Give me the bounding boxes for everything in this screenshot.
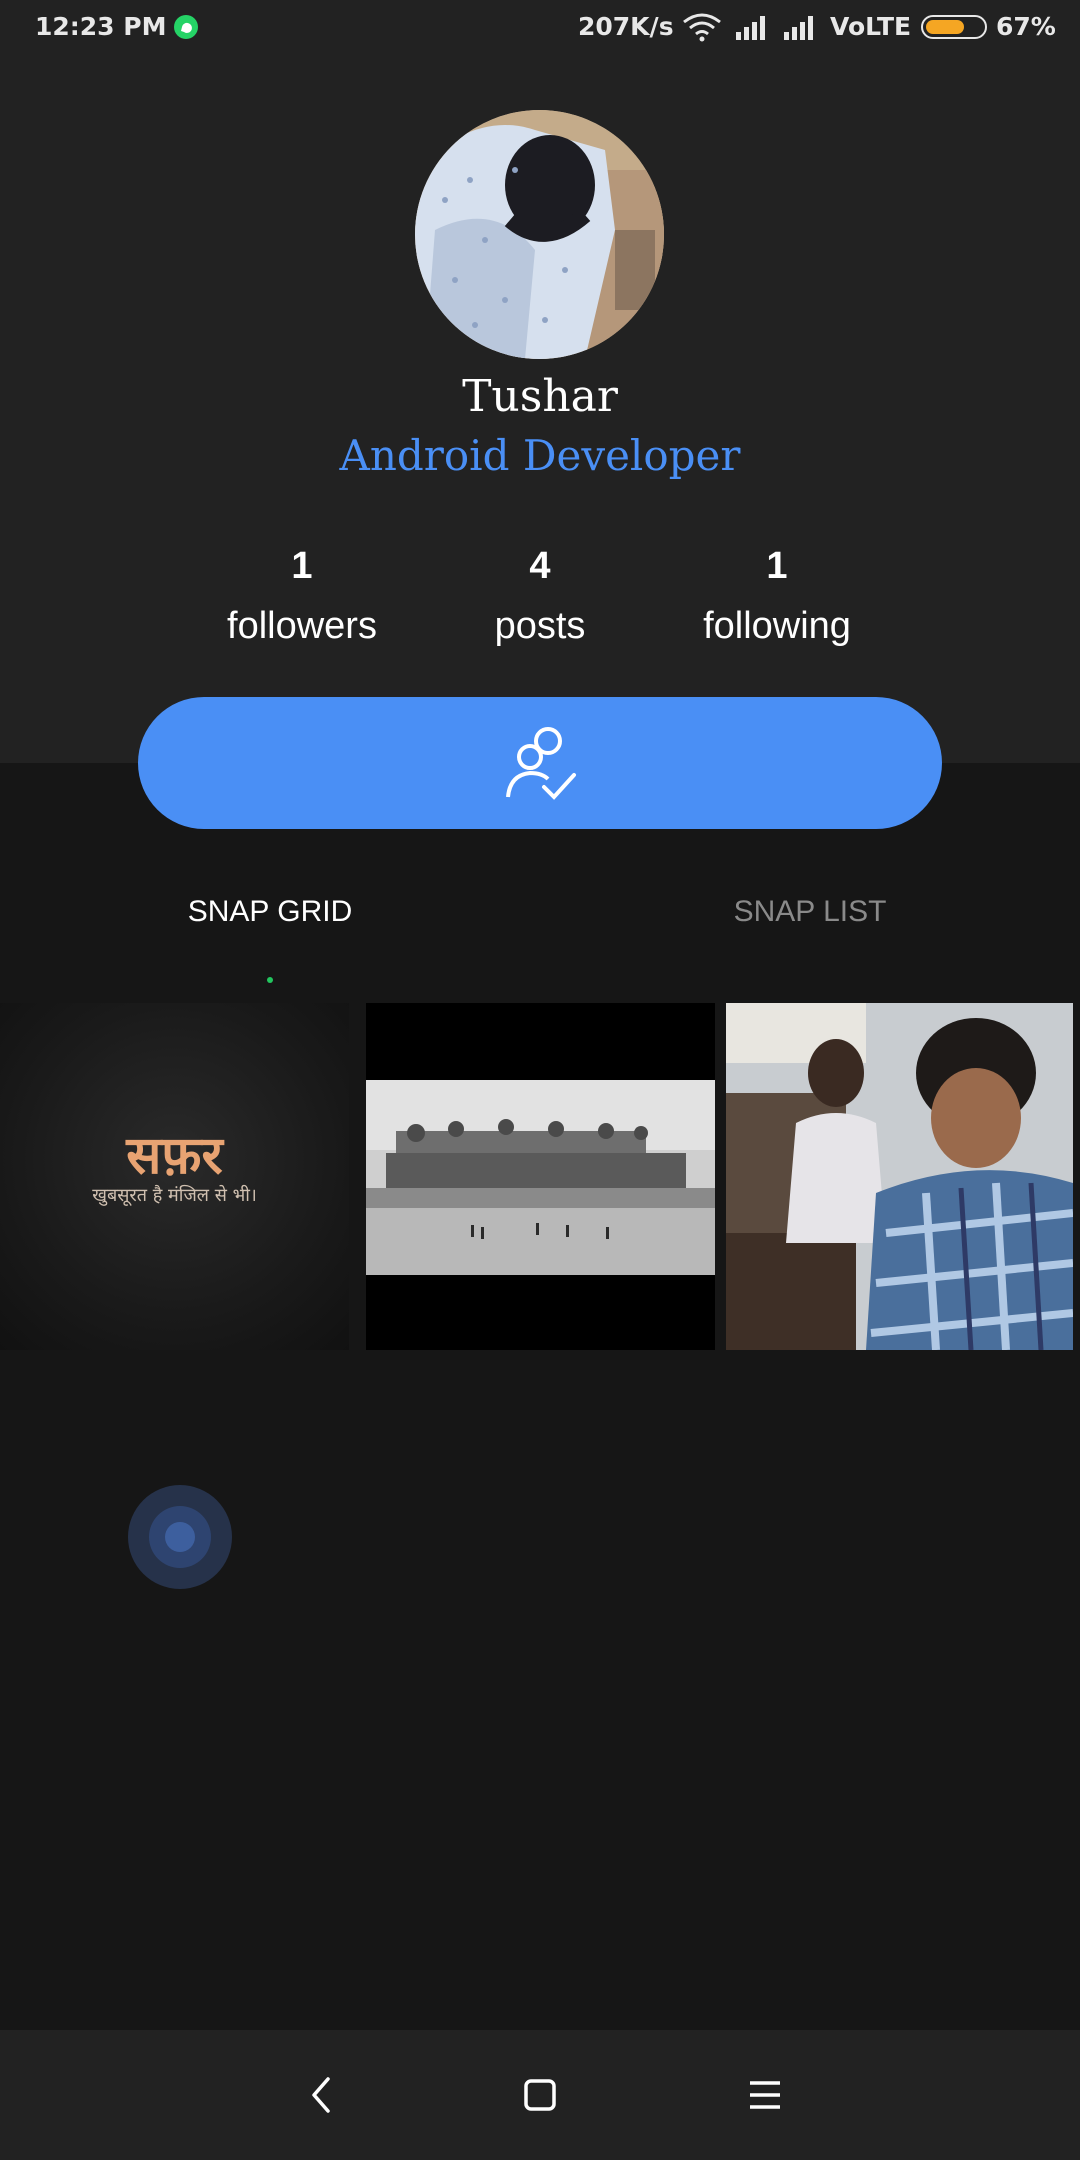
status-bar: 12:23 PM 207K/s VoLTE 67% xyxy=(0,0,1080,56)
profile-header: Tushar Android Developer 1 followers 4 p… xyxy=(0,56,1080,763)
navigation-bar xyxy=(0,2030,1080,2160)
network-type: VoLTE xyxy=(830,12,912,41)
post-subtitle: खुबसूरत है मंजिल से भी। xyxy=(92,1185,257,1206)
battery-icon xyxy=(921,15,987,39)
net-speed: 207K/s xyxy=(578,12,674,41)
post-thumbnail[interactable]: सफ़र खुबसूरत है मंजिल से भी। xyxy=(0,1003,349,1350)
following-label: following xyxy=(703,605,851,647)
user-check-icon xyxy=(506,727,576,800)
whatsapp-icon xyxy=(174,15,198,39)
stat-followers[interactable]: 1 followers xyxy=(182,536,422,656)
posts-count: 4 xyxy=(529,545,551,587)
post-thumbnail[interactable] xyxy=(726,1003,1073,1350)
post-thumbnail[interactable] xyxy=(366,1003,715,1350)
stat-following[interactable]: 1 following xyxy=(657,536,897,656)
wifi-icon xyxy=(683,13,721,42)
following-count: 1 xyxy=(766,545,788,587)
people-image xyxy=(726,1003,1073,1350)
profile-name: Tushar xyxy=(462,371,618,422)
profile-role: Android Developer xyxy=(339,431,741,480)
status-time: 12:23 PM xyxy=(35,12,167,41)
battery-fill xyxy=(926,20,964,34)
tab-snap-grid[interactable]: SNAP GRID xyxy=(0,895,540,929)
post-title: सफ़र xyxy=(126,1126,223,1186)
posts-label: posts xyxy=(494,605,586,647)
stat-posts[interactable]: 4 posts xyxy=(420,536,660,656)
avatar[interactable] xyxy=(415,110,664,359)
followers-count: 1 xyxy=(291,545,313,587)
signal-icon xyxy=(784,16,813,40)
signal-icon xyxy=(736,16,765,40)
fort-image xyxy=(366,1003,715,1350)
follow-button[interactable] xyxy=(138,697,942,829)
tab-snap-list[interactable]: SNAP LIST xyxy=(540,895,1080,929)
tab-indicator xyxy=(267,977,273,983)
followers-label: followers xyxy=(227,605,377,647)
back-icon[interactable] xyxy=(290,2065,350,2125)
home-icon[interactable] xyxy=(510,2065,570,2125)
avatar-image xyxy=(415,110,664,359)
menu-icon[interactable] xyxy=(735,2065,795,2125)
battery-percent: 67% xyxy=(996,12,1056,41)
touch-indicator xyxy=(128,1485,232,1589)
